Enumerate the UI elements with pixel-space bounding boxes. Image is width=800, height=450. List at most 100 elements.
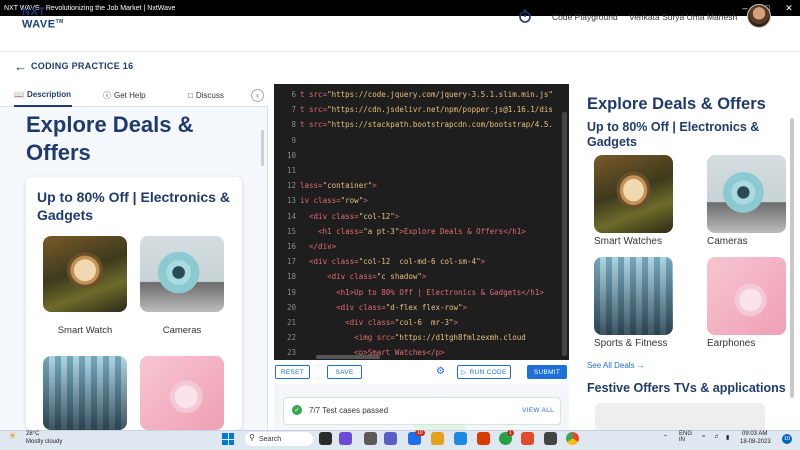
nxtwave-logo[interactable]: NXT WAVETM <box>22 7 64 31</box>
code-token: > <box>394 211 400 221</box>
code-line[interactable]: lass="container"> <box>300 181 562 190</box>
tab-description[interactable]: 📖 Description <box>14 84 72 107</box>
clock-time[interactable]: 09:03 AM <box>742 431 767 437</box>
code-line[interactable]: iv class="row"> <box>300 196 562 205</box>
line-number: 16 <box>286 242 296 251</box>
teams-icon[interactable] <box>384 432 397 445</box>
whatsapp-badge: 1 <box>507 430 514 436</box>
line-number: 22 <box>286 333 296 343</box>
view-all-link[interactable]: VIEW ALL <box>522 407 554 414</box>
avatar[interactable] <box>747 4 771 28</box>
tray-chevron-icon[interactable]: ⌃ <box>663 434 668 441</box>
battery-icon[interactable]: ▮ <box>726 434 729 441</box>
chat-icon: □ <box>188 91 193 100</box>
product-label-smart-watch: Smart Watch <box>57 325 113 336</box>
code-token: > <box>372 181 377 191</box>
user-name[interactable]: Venkata Surya Uma Mahesh <box>629 12 737 22</box>
resize-handle-right[interactable] <box>569 84 578 430</box>
code-line[interactable]: <div class="col-6 mr-3"> <box>300 318 562 327</box>
code-token: <div class= <box>300 318 395 327</box>
tab-discuss[interactable]: □ Discuss <box>188 84 233 107</box>
code-playground-icon[interactable] <box>518 9 532 23</box>
run-code-label: RUN CODE <box>469 368 507 376</box>
app-icon[interactable] <box>544 432 557 445</box>
weather-temperature[interactable]: 28°C <box>26 431 39 437</box>
code-line[interactable]: </div> <box>300 242 562 251</box>
preview-earphones-image <box>707 257 786 335</box>
store-icon[interactable] <box>454 432 467 445</box>
code-token: > <box>453 318 459 327</box>
smart-watch-image <box>43 236 127 312</box>
clock-date[interactable]: 18-08-2023 <box>740 439 771 445</box>
tab-get-help[interactable]: ⓘ Get Help <box>103 84 153 107</box>
file-explorer-icon[interactable] <box>431 432 444 445</box>
editor-vertical-scrollbar[interactable] <box>562 112 567 356</box>
logo-line-2: WAVE <box>22 18 56 31</box>
preview-sports-image <box>594 257 673 335</box>
code-string: "d-flex flex-row" <box>385 302 463 312</box>
brave-icon[interactable] <box>521 432 534 445</box>
close-icon[interactable]: ✕ <box>778 0 800 16</box>
code-line[interactable]: <div class="d-flex flex-row"> <box>300 303 562 312</box>
code-line[interactable]: t src="https://cdn.jsdelivr.net/npm/popp… <box>300 105 562 114</box>
line-number: 19 <box>286 287 296 297</box>
volume-icon[interactable]: ♬ <box>714 434 720 440</box>
code-token: <div class= <box>300 257 359 267</box>
reset-button[interactable]: RESET <box>275 365 310 379</box>
book-icon: 📖 <box>14 90 24 99</box>
code-string: "c shadow" <box>376 272 422 282</box>
code-line[interactable]: <div class="c shadow"> <box>300 272 562 281</box>
line-number: 14 <box>286 211 296 221</box>
preview-label-cameras: Cameras <box>707 236 748 247</box>
check-icon: ✓ <box>292 405 302 415</box>
task-view-icon[interactable] <box>319 432 332 445</box>
code-token: <img src= <box>300 333 395 343</box>
taskbar-search[interactable]: Search <box>245 432 313 446</box>
code-line[interactable]: t src="https://code.jquery.com/jquery-3.… <box>300 90 562 99</box>
code-string: "container" <box>322 181 373 191</box>
code-line[interactable]: <img src="https://d1tgh8fmlzexmh.cloud <box>300 333 562 342</box>
run-code-button[interactable]: ▷ RUN CODE <box>457 365 511 379</box>
weather-condition[interactable]: Mostly cloudy <box>26 439 62 445</box>
back-arrow-icon[interactable]: ← <box>14 60 27 74</box>
see-all-deals-link[interactable]: See All Deals → <box>587 361 645 370</box>
code-line[interactable]: <h1 class="a pt-3">Explore Deals & Offer… <box>300 227 562 236</box>
earphones-image <box>140 356 224 430</box>
line-number: 13 <box>286 196 296 206</box>
tab-description-label: Description <box>26 90 71 99</box>
description-heading: Explore Deals & Offers <box>26 112 194 165</box>
preview-subheading: Up to 80% Off | Electronics & Gadgets <box>587 120 760 149</box>
camera-app-icon[interactable] <box>364 432 377 445</box>
code-string: "a pt-3" <box>363 226 400 236</box>
code-token: </div> <box>300 242 337 251</box>
line-number: 20 <box>286 302 296 312</box>
code-string: "https://cdn.jsdelivr.net/npm/popper.js@… <box>327 105 553 115</box>
editor-horizontal-scrollbar[interactable] <box>316 355 380 359</box>
save-button[interactable]: SAVE <box>327 365 362 379</box>
line-number: 6 <box>291 90 296 99</box>
code-token: > <box>462 302 468 312</box>
tab-discuss-label: Discuss <box>195 91 224 100</box>
notification-badge[interactable]: 10 <box>782 434 792 444</box>
code-token: > <box>421 272 427 282</box>
chrome-icon[interactable] <box>566 432 579 445</box>
code-line[interactable]: <div class="col-12"> <box>300 212 562 221</box>
meet-icon[interactable] <box>339 432 352 445</box>
language-indicator[interactable]: ENG IN <box>679 431 692 443</box>
collapse-panel-button[interactable]: ‹ <box>251 89 264 102</box>
weather-icon[interactable]: ☀ <box>8 431 17 442</box>
code-line[interactable]: t src="https://stackpath.bootstrapcdn.co… <box>300 120 562 129</box>
office-icon[interactable] <box>477 432 490 445</box>
code-line[interactable]: <h1>Up to 80% Off | Electronics & Gadget… <box>300 288 562 297</box>
festive-card <box>595 403 765 430</box>
preview-scrollbar[interactable] <box>790 118 794 398</box>
start-button[interactable] <box>222 433 234 445</box>
submit-button[interactable]: SUBMIT <box>527 365 567 379</box>
code-playground-link[interactable]: Code Playground <box>552 12 618 22</box>
wifi-icon[interactable]: ≈ <box>702 434 705 440</box>
preview-label-earphones: Earphones <box>707 338 756 349</box>
description-scrollbar[interactable] <box>261 130 264 166</box>
code-line[interactable]: <div class="col-12 col-md-6 col-sm-4"> <box>300 257 562 266</box>
line-number: 15 <box>286 226 296 236</box>
settings-gear-icon[interactable]: ⚙ <box>436 366 445 377</box>
